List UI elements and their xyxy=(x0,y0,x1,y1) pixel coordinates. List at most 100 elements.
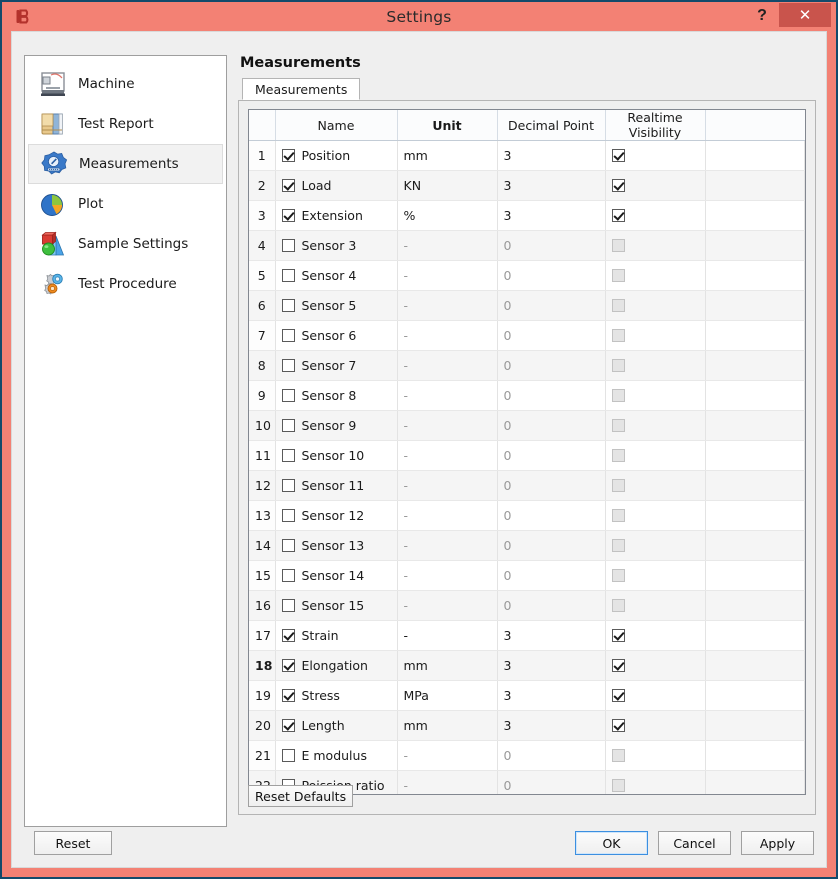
cell-name[interactable]: Position xyxy=(275,140,398,171)
sidebar-item-plot[interactable]: Plot xyxy=(28,184,223,224)
cell-decimal-point[interactable]: 0 xyxy=(497,260,606,291)
table-row[interactable]: 2 Load KN 3 xyxy=(249,170,805,201)
enable-checkbox[interactable] xyxy=(281,599,295,612)
row-number[interactable]: 5 xyxy=(249,260,276,291)
table-row[interactable]: 17 Strain -3 xyxy=(249,620,805,651)
cell-name[interactable]: Sensor 8 xyxy=(275,380,398,411)
cell-realtime-visibility[interactable] xyxy=(605,590,706,621)
cell-realtime-visibility[interactable] xyxy=(605,350,706,381)
row-number[interactable]: 20 xyxy=(249,710,276,741)
measurements-grid[interactable]: Name Unit Decimal Point Realtime Visibil… xyxy=(248,109,806,795)
cell-unit[interactable]: - xyxy=(397,530,498,561)
cell-unit[interactable]: % xyxy=(397,200,498,231)
cell-realtime-visibility[interactable] xyxy=(605,470,706,501)
enable-checkbox[interactable] xyxy=(281,719,295,732)
row-number[interactable]: 1 xyxy=(249,140,276,171)
cell-decimal-point[interactable]: 0 xyxy=(497,290,606,321)
cell-unit[interactable]: - xyxy=(397,410,498,441)
cell-unit[interactable]: - xyxy=(397,470,498,501)
table-row[interactable]: 6 Sensor 5 -0 xyxy=(249,290,805,321)
cell-unit[interactable]: - xyxy=(397,290,498,321)
cell-realtime-visibility[interactable] xyxy=(605,290,706,321)
cell-unit[interactable]: KN xyxy=(397,170,498,201)
cell-realtime-visibility[interactable] xyxy=(605,200,706,231)
cell-unit[interactable]: - xyxy=(397,350,498,381)
sidebar-item-test-procedure[interactable]: Test Procedure xyxy=(28,264,223,304)
row-number[interactable]: 15 xyxy=(249,560,276,591)
cell-name[interactable]: Sensor 3 xyxy=(275,230,398,261)
sidebar-item-measurements[interactable]: Measurements xyxy=(28,144,223,184)
cell-name[interactable]: Sensor 11 xyxy=(275,470,398,501)
column-header-realtime-visibility[interactable]: Realtime Visibility xyxy=(605,110,706,141)
table-row[interactable]: 13 Sensor 12 -0 xyxy=(249,500,805,531)
cell-unit[interactable]: - xyxy=(397,440,498,471)
close-button[interactable]: ✕ xyxy=(779,3,831,27)
enable-checkbox[interactable] xyxy=(281,179,295,192)
cell-realtime-visibility[interactable] xyxy=(605,260,706,291)
tab-measurements[interactable]: Measurements xyxy=(242,78,361,100)
cell-decimal-point[interactable]: 3 xyxy=(497,680,606,711)
cell-decimal-point[interactable]: 0 xyxy=(497,410,606,441)
cell-realtime-visibility[interactable] xyxy=(605,740,706,771)
row-number[interactable]: 12 xyxy=(249,470,276,501)
cell-decimal-point[interactable]: 0 xyxy=(497,470,606,501)
row-number[interactable]: 19 xyxy=(249,680,276,711)
cell-name[interactable]: Sensor 13 xyxy=(275,530,398,561)
table-row[interactable]: 15 Sensor 14 -0 xyxy=(249,560,805,591)
ok-button[interactable]: OK xyxy=(575,831,648,855)
cell-name[interactable]: Sensor 4 xyxy=(275,260,398,291)
help-button[interactable]: ? xyxy=(750,3,774,29)
table-row[interactable]: 8 Sensor 7 -0 xyxy=(249,350,805,381)
cell-decimal-point[interactable]: 0 xyxy=(497,770,606,794)
cell-realtime-visibility[interactable] xyxy=(605,140,706,171)
realtime-visibility-checkbox[interactable] xyxy=(611,659,625,672)
cell-realtime-visibility[interactable] xyxy=(605,680,706,711)
cell-unit[interactable]: mm xyxy=(397,650,498,681)
cell-name[interactable]: Sensor 7 xyxy=(275,350,398,381)
row-number[interactable]: 10 xyxy=(249,410,276,441)
row-number[interactable]: 13 xyxy=(249,500,276,531)
cell-decimal-point[interactable]: 3 xyxy=(497,620,606,651)
enable-checkbox[interactable] xyxy=(281,539,295,552)
cell-realtime-visibility[interactable] xyxy=(605,410,706,441)
cell-decimal-point[interactable]: 0 xyxy=(497,500,606,531)
table-row[interactable]: 5 Sensor 4 -0 xyxy=(249,260,805,291)
table-row[interactable]: 21 E modulus -0 xyxy=(249,740,805,771)
realtime-visibility-checkbox[interactable] xyxy=(611,179,625,192)
cell-realtime-visibility[interactable] xyxy=(605,560,706,591)
cell-name[interactable]: Sensor 10 xyxy=(275,440,398,471)
cell-unit[interactable]: - xyxy=(397,380,498,411)
cancel-button[interactable]: Cancel xyxy=(658,831,731,855)
cell-unit[interactable]: mm xyxy=(397,710,498,741)
row-number[interactable]: 9 xyxy=(249,380,276,411)
cell-decimal-point[interactable]: 3 xyxy=(497,200,606,231)
enable-checkbox[interactable] xyxy=(281,419,295,432)
row-number[interactable]: 6 xyxy=(249,290,276,321)
cell-realtime-visibility[interactable] xyxy=(605,320,706,351)
cell-unit[interactable]: - xyxy=(397,620,498,651)
column-header-unit[interactable]: Unit xyxy=(397,110,498,141)
enable-checkbox[interactable] xyxy=(281,689,295,702)
cell-decimal-point[interactable]: 3 xyxy=(497,140,606,171)
table-row[interactable]: 18 Elongation mm 3 xyxy=(249,650,805,681)
cell-realtime-visibility[interactable] xyxy=(605,530,706,561)
cell-decimal-point[interactable]: 0 xyxy=(497,230,606,261)
cell-decimal-point[interactable]: 0 xyxy=(497,740,606,771)
enable-checkbox[interactable] xyxy=(281,449,295,462)
column-header-decimal-point[interactable]: Decimal Point xyxy=(497,110,606,141)
table-row[interactable]: 10 Sensor 9 -0 xyxy=(249,410,805,441)
row-number[interactable]: 3 xyxy=(249,200,276,231)
apply-button[interactable]: Apply xyxy=(741,831,814,855)
row-number[interactable]: 16 xyxy=(249,590,276,621)
table-row[interactable]: 20 Length mm 3 xyxy=(249,710,805,741)
sidebar-item-sample-settings[interactable]: Sample Settings xyxy=(28,224,223,264)
realtime-visibility-checkbox[interactable] xyxy=(611,629,625,642)
table-row[interactable]: 14 Sensor 13 -0 xyxy=(249,530,805,561)
cell-unit[interactable]: - xyxy=(397,260,498,291)
table-row[interactable]: 4 Sensor 3 -0 xyxy=(249,230,805,261)
table-row[interactable]: 12 Sensor 11 -0 xyxy=(249,470,805,501)
enable-checkbox[interactable] xyxy=(281,239,295,252)
cell-unit[interactable]: MPa xyxy=(397,680,498,711)
row-number[interactable]: 14 xyxy=(249,530,276,561)
cell-realtime-visibility[interactable] xyxy=(605,170,706,201)
